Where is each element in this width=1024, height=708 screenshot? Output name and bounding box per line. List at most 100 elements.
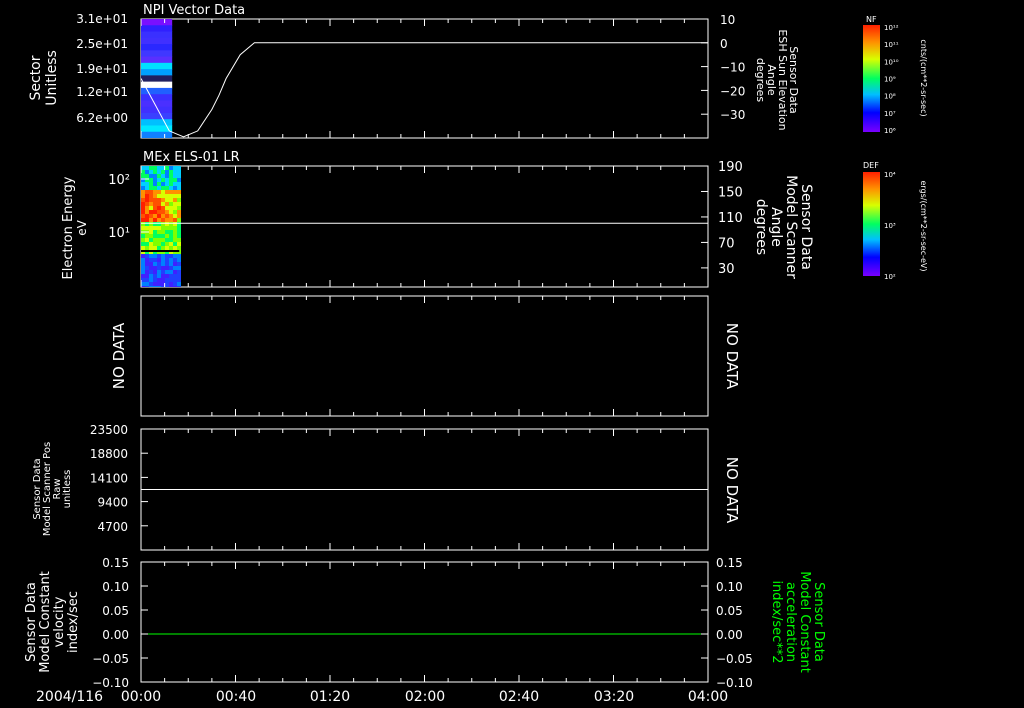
spectrogram-cell	[161, 186, 165, 190]
x-axis-ticks	[140, 19, 709, 682]
spectrogram-cell	[157, 230, 161, 234]
x-tick-label: 02:40	[499, 689, 539, 705]
spectrogram-cell	[153, 206, 157, 210]
spectrogram-cell	[173, 198, 177, 202]
spectrogram-cell	[169, 286, 173, 287]
colorbar-1-label: NF	[866, 15, 877, 24]
right-tick-label: −0.05	[716, 652, 753, 666]
spectrogram-cell	[177, 254, 181, 258]
spectrogram-cell	[165, 262, 169, 266]
spectrogram-cell	[173, 278, 177, 282]
spectrogram-cell	[153, 234, 157, 238]
spectrogram-cell	[169, 258, 173, 262]
colorbar-2	[863, 172, 880, 276]
spectrogram-cell	[169, 238, 173, 242]
spectrogram-cell	[141, 186, 145, 190]
spectrogram-cell	[141, 19, 173, 26]
spectrogram-cell	[141, 270, 145, 274]
spectrogram-cell	[177, 246, 181, 250]
spectrogram-cell	[169, 266, 173, 270]
spectrogram-cell	[149, 198, 153, 202]
spectrogram-cell	[153, 166, 157, 170]
spectrogram-cell	[145, 270, 149, 274]
spectrogram-cell	[141, 174, 145, 178]
panel-5-left-ticks: 0.15 0.10 0.05 0.00 −0.05 −0.10	[92, 556, 148, 690]
spectrogram-cell	[157, 286, 161, 287]
spectrogram-cell	[149, 194, 153, 198]
spectrogram-cell	[149, 214, 153, 218]
spectrogram-cell	[141, 226, 145, 230]
spectrogram-cell	[173, 214, 177, 218]
spectrogram-cell	[157, 202, 161, 206]
spectrogram-cell	[169, 190, 173, 194]
spectrogram-cell	[141, 170, 145, 174]
spectrogram-cell	[141, 125, 173, 133]
right-tick-label: −0.10	[716, 676, 753, 690]
spectrogram-cell	[149, 218, 153, 222]
spectrogram-cell	[173, 202, 177, 206]
spectrogram-cell	[149, 178, 153, 182]
spectrogram-cell	[161, 170, 165, 174]
spectrogram-cell	[173, 246, 177, 250]
spectrogram-cell	[157, 214, 161, 218]
spectrogram-cell	[149, 182, 153, 186]
spectrogram-cell	[157, 254, 161, 258]
spectrogram-cell	[173, 178, 177, 182]
spectrogram-cell	[145, 234, 149, 238]
panel-5-ylabel-line3: velocity	[52, 596, 67, 647]
left-tick-label: 0.10	[102, 580, 129, 594]
spectrogram-cell	[173, 254, 177, 258]
panel-5-ylabel-line4: index/sec	[66, 591, 81, 653]
panel-4-left-ticks: 23500 18800 14100 9400 4700	[90, 423, 148, 534]
spectrogram-cell	[157, 186, 161, 190]
spectrogram-cell	[165, 190, 169, 194]
spectrogram-cell	[149, 190, 153, 194]
spectrogram-cell	[173, 230, 177, 234]
spectrogram-cell	[157, 210, 161, 214]
colorbar-tick-label: 10³	[884, 222, 896, 230]
spectrogram-cell	[177, 166, 181, 170]
spectrogram-cell	[141, 210, 145, 214]
spectrogram-cell	[161, 246, 165, 250]
spectrogram-cell	[141, 206, 145, 210]
spectrogram-cell	[169, 166, 173, 170]
colorbar-tick-label: 10⁷	[884, 110, 896, 118]
panel-1-ytick: 1.2e+01	[76, 85, 128, 99]
right-tick-label: −10	[720, 61, 745, 75]
spectrogram-cell	[177, 226, 181, 230]
right-tick-label: 70	[718, 236, 735, 251]
spectrogram-cell	[145, 202, 149, 206]
spectrogram-cell	[153, 178, 157, 182]
spectrogram-cell	[141, 31, 173, 39]
panel-1-ylabel-line1: Sector	[28, 55, 44, 100]
spectrogram-cell	[169, 234, 173, 238]
spectrogram-cell	[157, 282, 161, 286]
panel-1-ytick: 1.9e+01	[76, 62, 128, 76]
spectrogram-cell	[145, 198, 149, 202]
spectrogram-cell	[149, 170, 153, 174]
spectrogram-cell	[165, 202, 169, 206]
spectrogram-cell	[145, 174, 149, 178]
spectrogram-cell	[165, 182, 169, 186]
panel-1-ylabel-line2: Unitless	[44, 50, 60, 106]
spectrogram-cell	[177, 214, 181, 218]
panel-2-spectrogram	[141, 166, 181, 287]
spectrogram-cell	[141, 286, 145, 287]
spectrogram-cell	[177, 186, 181, 190]
spectrogram-cell	[161, 278, 165, 282]
spectrogram-cell	[145, 262, 149, 266]
spectrogram-cell	[177, 206, 181, 210]
x-tick-label: 02:00	[405, 689, 445, 705]
spectrogram-cell	[141, 100, 173, 108]
spectrogram-cell	[157, 278, 161, 282]
spectrogram-cell	[177, 194, 181, 198]
right-tick-label: 190	[718, 160, 743, 175]
spectrogram-cell	[177, 266, 181, 270]
spectrogram-cell	[141, 25, 173, 33]
spectrogram-cell	[161, 270, 165, 274]
spectrogram-cell	[161, 174, 165, 178]
colorbar-tick-label: 10¹²	[884, 24, 899, 32]
spectrogram-cell	[145, 258, 149, 262]
spectrogram-cell	[177, 282, 181, 286]
spectrogram-cell	[177, 218, 181, 222]
